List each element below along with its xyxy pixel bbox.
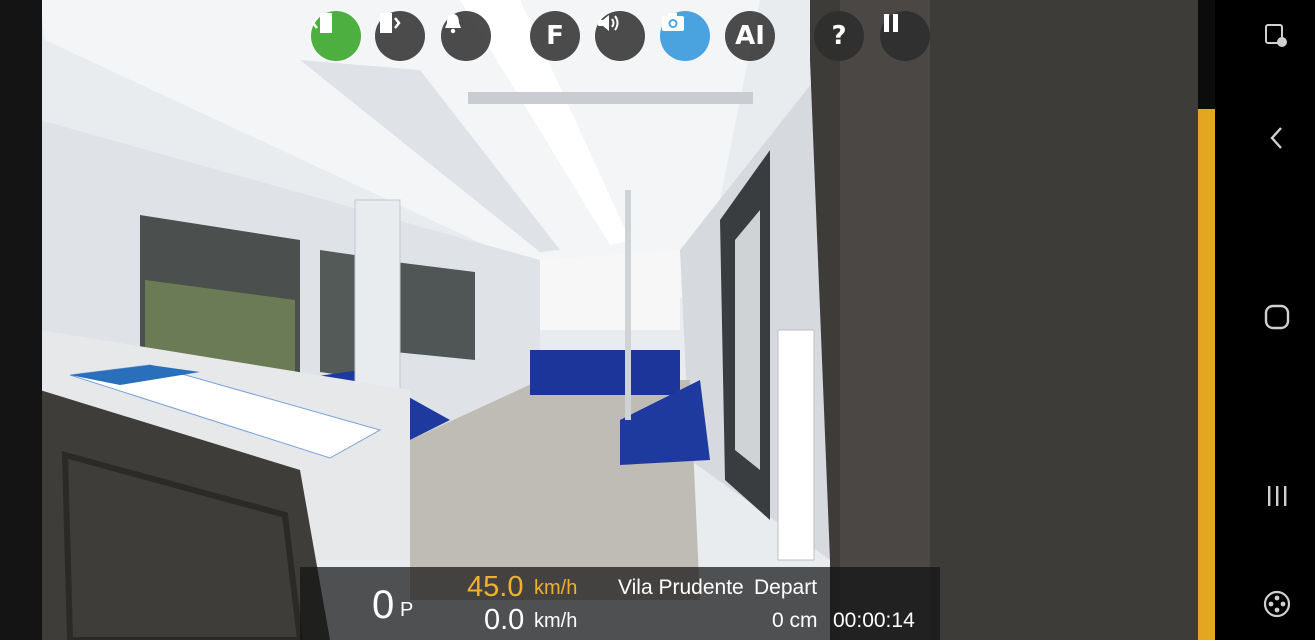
partition bbox=[354, 199, 401, 401]
grab-pole bbox=[625, 190, 631, 420]
help-button[interactable]: ? bbox=[814, 11, 864, 61]
door-left-icon bbox=[311, 13, 332, 33]
bell-icon bbox=[445, 14, 461, 34]
right-door-panel bbox=[735, 210, 760, 470]
left-window-3 bbox=[395, 262, 475, 360]
pause-button[interactable] bbox=[880, 11, 930, 61]
gamepad-button[interactable] bbox=[1253, 580, 1301, 628]
power-value: 0 bbox=[372, 583, 395, 627]
current-speed-unit: km/h bbox=[534, 610, 578, 632]
recents-button[interactable] bbox=[1253, 472, 1301, 520]
left-pillar bbox=[0, 0, 42, 640]
camera-button[interactable] bbox=[660, 11, 710, 61]
driving-hud: 0 P 45.0 km/h 0.0 km/h Vila Prudente Dep… bbox=[300, 567, 940, 640]
door-left-button[interactable] bbox=[311, 11, 361, 61]
door-right-button[interactable] bbox=[375, 11, 425, 61]
f-label: F bbox=[546, 21, 564, 51]
throttle-bar-fill bbox=[1198, 108, 1215, 640]
ai-button[interactable]: AI bbox=[725, 11, 775, 61]
door-right-icon bbox=[380, 13, 401, 33]
back-icon bbox=[1270, 127, 1282, 149]
handrail bbox=[468, 92, 753, 104]
metro-map-poster bbox=[777, 329, 815, 561]
train-interior-view: F AI ? 0 P 45.0 km/h 0.0 km/h Vila Prude… bbox=[0, 0, 1200, 640]
corridor-end bbox=[540, 250, 680, 330]
pause-icon bbox=[884, 14, 898, 32]
target-speed-unit: km/h bbox=[534, 577, 578, 599]
station-name: Vila Prudente bbox=[618, 576, 744, 599]
speaker-icon bbox=[598, 15, 619, 31]
bell-button[interactable] bbox=[441, 11, 491, 61]
cab-wall-panel bbox=[840, 0, 930, 640]
home-icon bbox=[1264, 304, 1290, 330]
ai-label: AI bbox=[735, 21, 765, 51]
help-label: ? bbox=[831, 21, 847, 51]
sound-button[interactable] bbox=[595, 11, 645, 61]
screen-touch-button[interactable] bbox=[1253, 12, 1301, 60]
f-button[interactable]: F bbox=[530, 11, 580, 61]
current-speed-value: 0.0 bbox=[484, 604, 525, 636]
gamepad-icon bbox=[1263, 590, 1291, 618]
home-button[interactable] bbox=[1253, 293, 1301, 341]
back-button[interactable] bbox=[1253, 114, 1301, 162]
screen-touch-icon bbox=[1265, 24, 1287, 47]
station-status: Depart bbox=[754, 576, 818, 599]
timer-readout: 00:00:14 bbox=[833, 609, 915, 632]
train-interior-scene bbox=[0, 0, 1198, 640]
camera-icon bbox=[662, 13, 684, 31]
recents-icon bbox=[1268, 486, 1287, 506]
seat-far bbox=[530, 350, 680, 395]
distance-readout: 0 cm bbox=[772, 609, 818, 632]
power-unit: P bbox=[400, 599, 414, 621]
throttle-bar bbox=[1198, 0, 1215, 640]
target-speed-value: 45.0 bbox=[467, 571, 524, 603]
system-navigation-bar bbox=[1215, 0, 1315, 640]
